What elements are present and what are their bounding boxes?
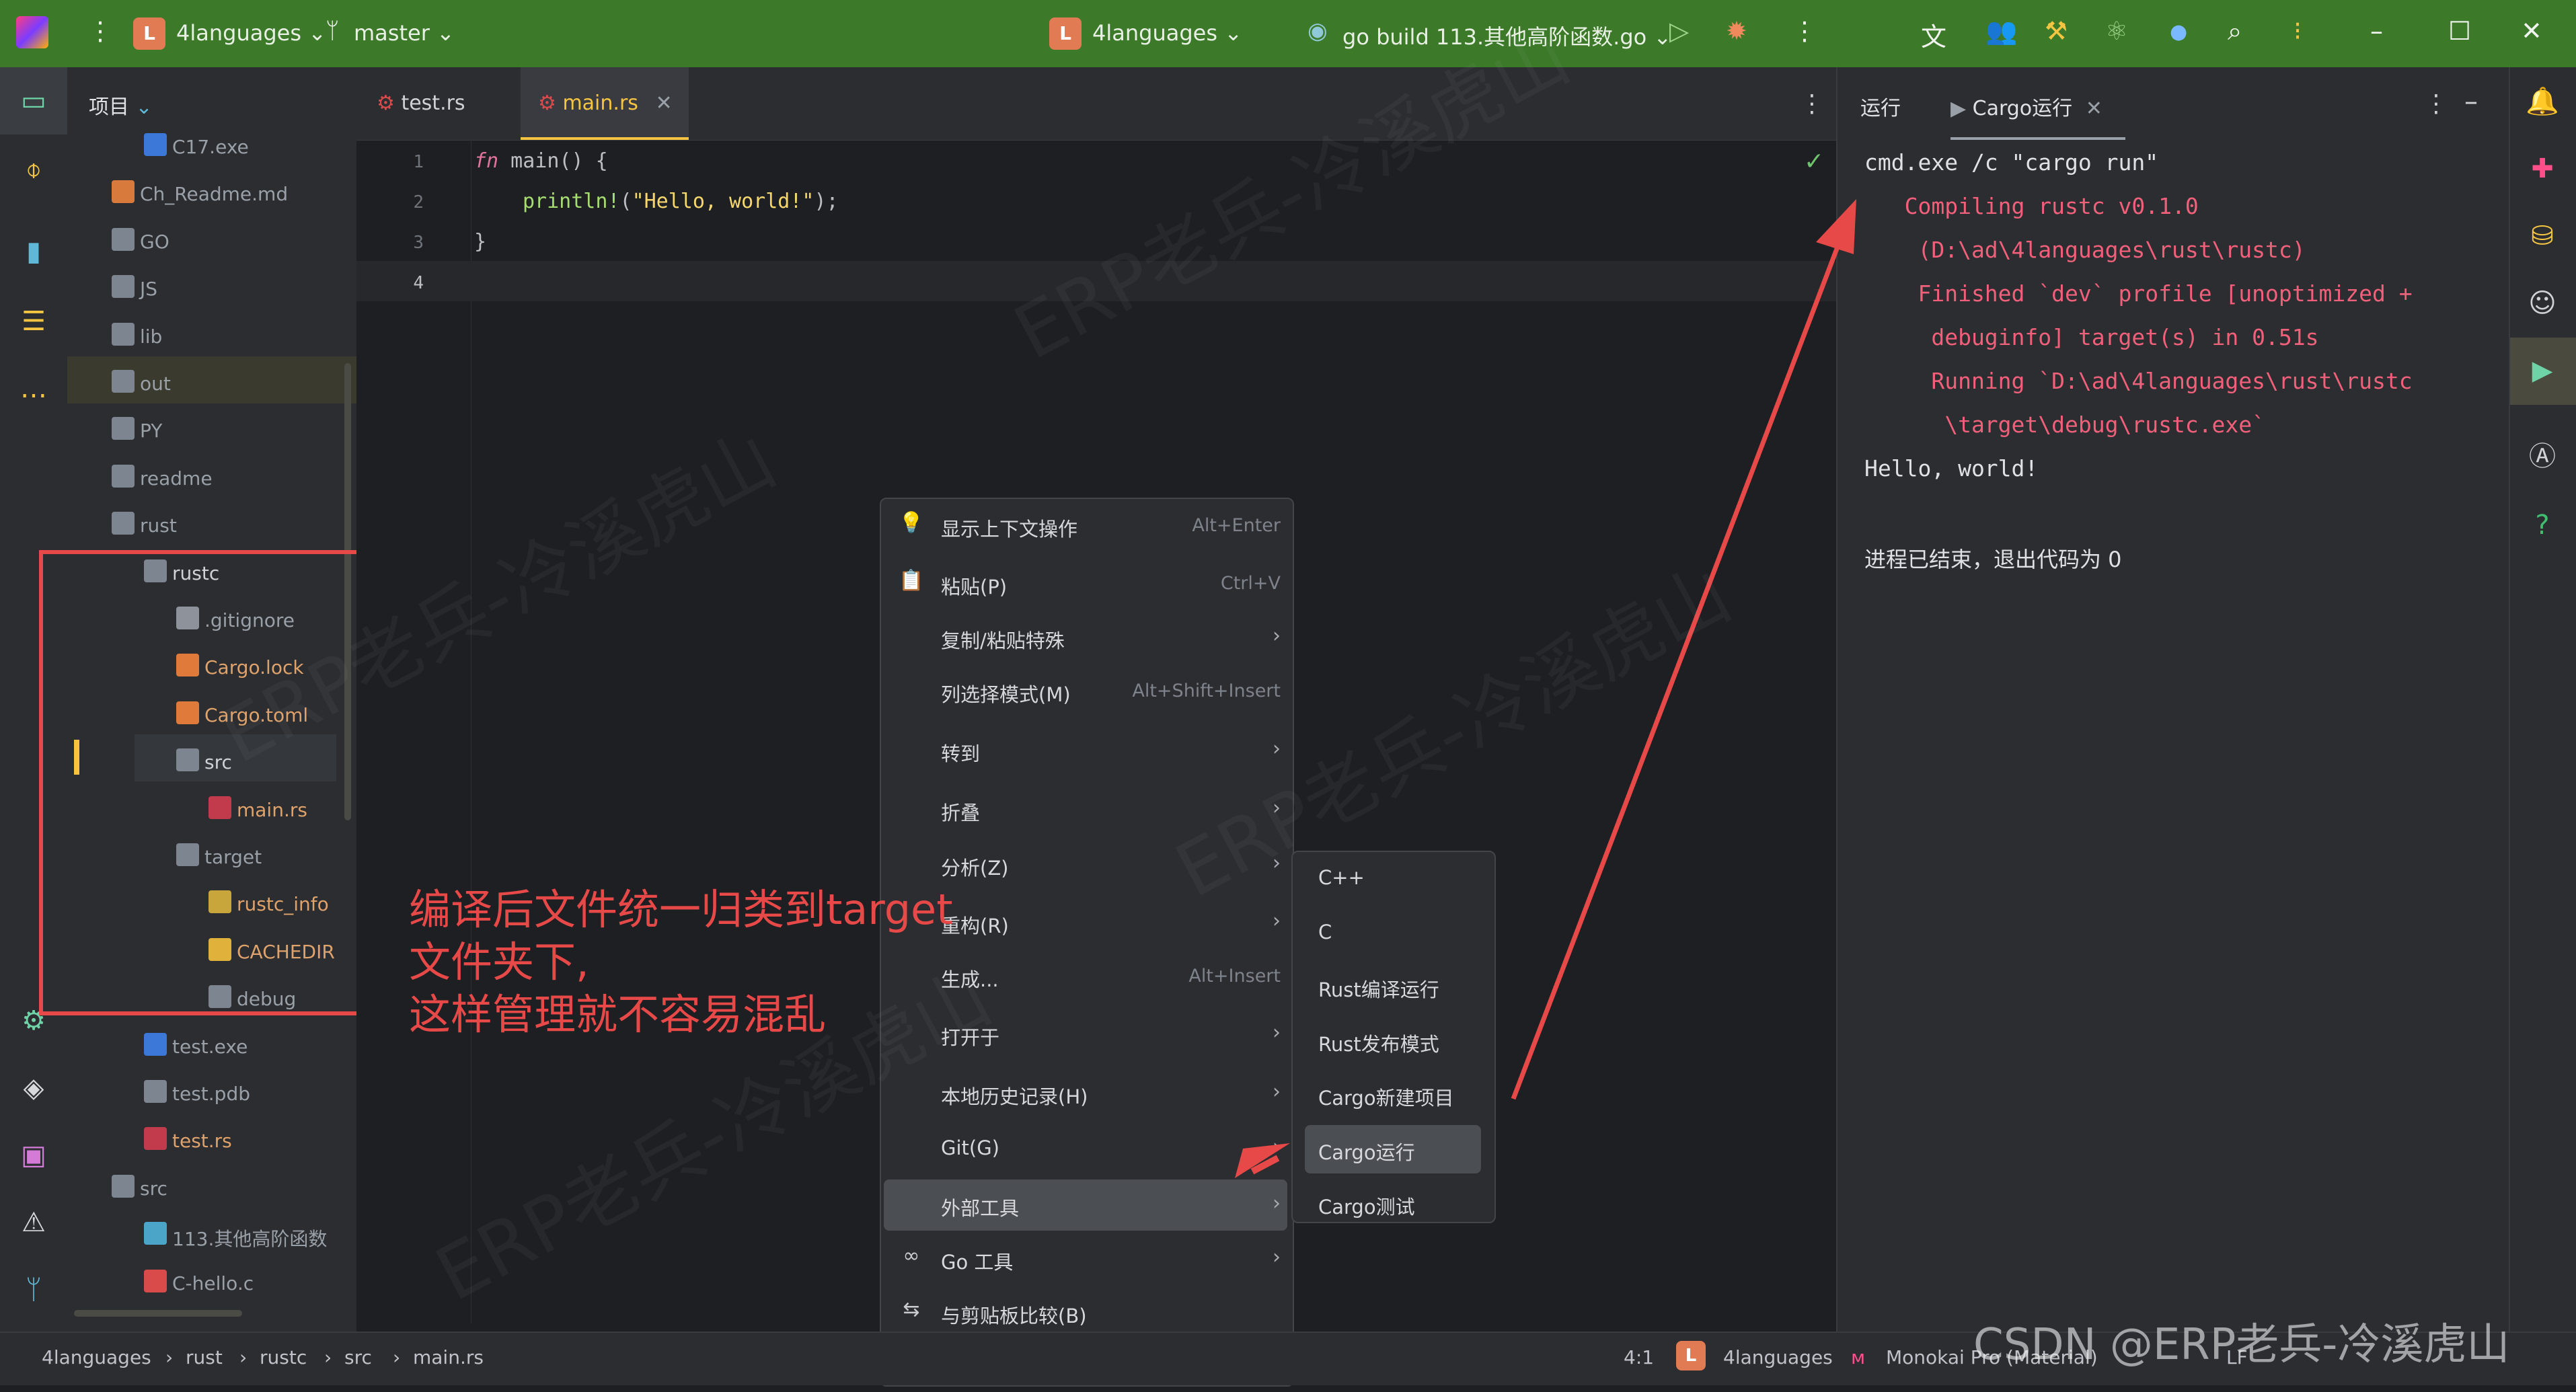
arrow-head-2: [1235, 1143, 1290, 1178]
arrow-to-console: [1511, 242, 1842, 1100]
arrow-head: [1816, 199, 1856, 254]
annotation-arrows: [1235, 199, 1856, 1178]
